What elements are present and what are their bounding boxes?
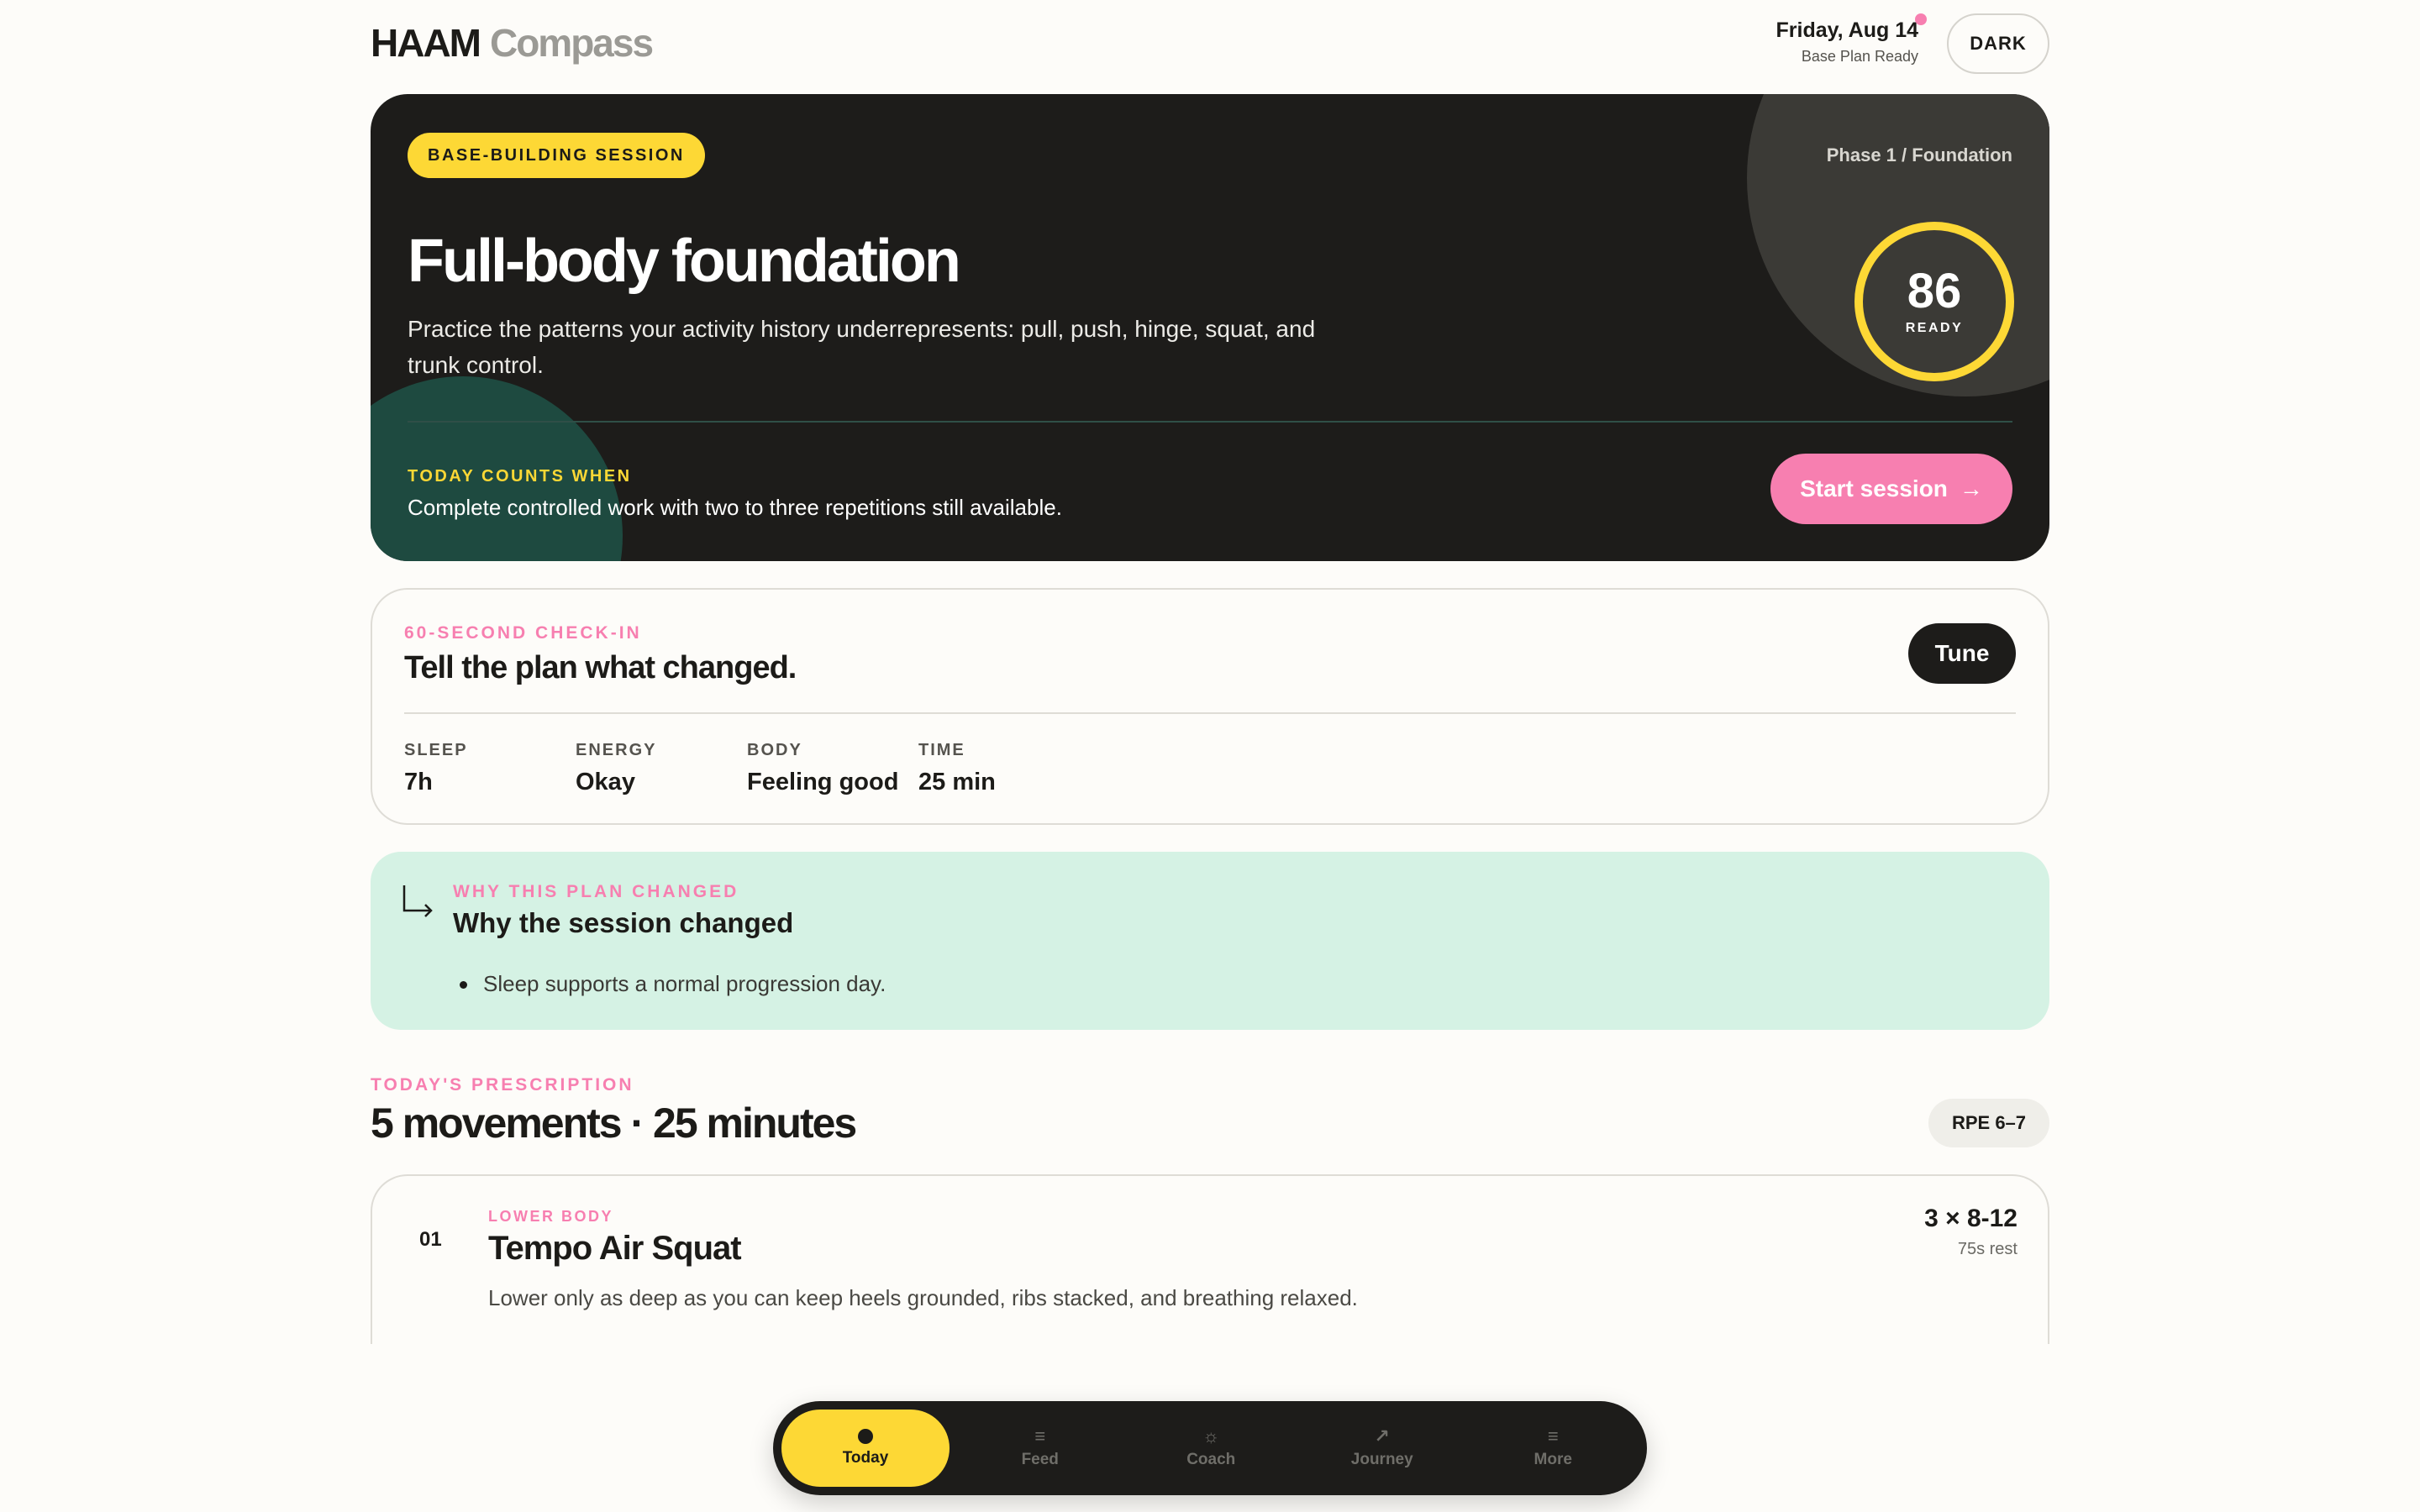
metric-energy: ENERGY Okay bbox=[576, 741, 747, 796]
why-title: Why the session changed bbox=[453, 907, 794, 938]
sun-icon: ☼ bbox=[1202, 1425, 1220, 1446]
corner-arrow-icon bbox=[402, 885, 433, 917]
arrow-up-right-icon: ↗ bbox=[1374, 1425, 1390, 1446]
checkin-eyebrow: 60-SECOND CHECK-IN bbox=[404, 623, 642, 643]
brand-name: HAAM bbox=[371, 21, 481, 65]
why-eyebrow: WHY THIS PLAN CHANGED bbox=[453, 882, 739, 901]
metric-sleep: SLEEP 7h bbox=[404, 741, 576, 796]
readiness-label: READY bbox=[1905, 321, 1964, 335]
start-session-label: Start session bbox=[1800, 475, 1948, 501]
session-description: Practice the patterns your activity hist… bbox=[408, 316, 1316, 378]
metric-value: Feeling good bbox=[747, 769, 899, 795]
movement-number: 01 bbox=[419, 1228, 442, 1251]
why-reasons: Sleep supports a normal progression day. bbox=[453, 971, 886, 997]
checkin-card: 60-SECOND CHECK-IN Tell the plan what ch… bbox=[371, 588, 2049, 825]
nav-label: Feed bbox=[1021, 1451, 1059, 1468]
why-plan-changed-card: WHY THIS PLAN CHANGED Why the session ch… bbox=[371, 852, 2049, 1030]
movement-sets: 3 × 8-12 bbox=[1924, 1205, 2018, 1232]
nav-item-more[interactable]: ≡ More bbox=[1468, 1410, 1639, 1487]
metric-value: 7h bbox=[404, 769, 433, 795]
dot-icon bbox=[858, 1429, 873, 1444]
nav-item-feed[interactable]: ≡ Feed bbox=[955, 1410, 1126, 1487]
metric-value: 25 min bbox=[918, 769, 996, 795]
counts-label: TODAY COUNTS WHEN bbox=[408, 467, 632, 486]
readiness-ring: 86 READY bbox=[1854, 222, 2014, 381]
metric-label: BODY bbox=[747, 741, 802, 759]
checkin-title: Tell the plan what changed. bbox=[404, 650, 797, 685]
metric-label: TIME bbox=[918, 741, 965, 759]
movement-rest: 75s rest bbox=[1957, 1240, 2018, 1258]
date-status: Friday, Aug 14 Base Plan Ready bbox=[1776, 13, 1927, 66]
metric-value: Okay bbox=[576, 769, 635, 795]
top-header: HAAM Compass Friday, Aug 14 Base Plan Rea… bbox=[371, 0, 2049, 94]
menu-icon: ≡ bbox=[1034, 1425, 1046, 1446]
session-hero-card: BASE-BUILDING SESSION Phase 1 / Foundati… bbox=[371, 94, 2049, 561]
theme-toggle-button[interactable]: DARK bbox=[1947, 13, 2049, 74]
metric-label: SLEEP bbox=[404, 741, 468, 759]
nav-label: Coach bbox=[1186, 1451, 1236, 1468]
start-session-button[interactable]: Start session → bbox=[1770, 454, 2012, 524]
notification-dot-icon bbox=[1915, 13, 1927, 25]
movement-description: Lower only as deep as you can keep heels… bbox=[488, 1285, 1358, 1310]
nav-label: Journey bbox=[1350, 1451, 1413, 1468]
hero-divider bbox=[408, 421, 2012, 423]
metric-label: ENERGY bbox=[576, 741, 657, 759]
nav-item-journey[interactable]: ↗ Journey bbox=[1297, 1410, 1468, 1487]
reason-item: Sleep supports a normal progression day. bbox=[453, 971, 886, 997]
nav-item-today[interactable]: Today bbox=[781, 1410, 950, 1487]
app-logo[interactable]: HAAM Compass bbox=[371, 20, 654, 66]
session-type-badge: BASE-BUILDING SESSION bbox=[408, 133, 705, 178]
nav-item-coach[interactable]: ☼ Coach bbox=[1126, 1410, 1297, 1487]
menu-icon: ≡ bbox=[1547, 1425, 1559, 1446]
nav-label: Today bbox=[842, 1449, 889, 1467]
current-date: Friday, Aug 14 bbox=[1776, 18, 1918, 42]
readiness-score: 86 bbox=[1907, 264, 1962, 318]
plan-status: Base Plan Ready bbox=[1801, 48, 1918, 65]
nav-label: More bbox=[1534, 1451, 1572, 1468]
phase-label: Phase 1 / Foundation bbox=[1826, 144, 2012, 165]
prescription-title: 5 movements · 25 minutes bbox=[371, 1100, 857, 1147]
counts-text: Complete controlled work with two to thr… bbox=[408, 495, 1062, 520]
movement-category: LOWER BODY bbox=[488, 1208, 613, 1225]
movement-name: Tempo Air Squat bbox=[488, 1230, 742, 1267]
checkin-metrics: SLEEP 7h ENERGY Okay BODY Feeling good T… bbox=[404, 741, 1090, 796]
metric-time: TIME 25 min bbox=[918, 741, 1090, 796]
tune-button[interactable]: Tune bbox=[1908, 623, 2016, 684]
arrow-right-icon: → bbox=[1959, 475, 1983, 501]
metric-body: BODY Feeling good bbox=[747, 741, 918, 796]
prescription-eyebrow: TODAY'S PRESCRIPTION bbox=[371, 1075, 634, 1095]
checkin-divider bbox=[404, 712, 2016, 714]
app-root: HAAM Compass Friday, Aug 14 Base Plan Rea… bbox=[371, 0, 2049, 1393]
bottom-nav: Today ≡ Feed ☼ Coach ↗ Journey ≡ More bbox=[773, 1401, 1647, 1495]
product-name: Compass bbox=[489, 21, 654, 65]
rpe-badge: RPE 6–7 bbox=[1928, 1099, 2049, 1147]
session-title: Full-body foundation bbox=[408, 228, 961, 295]
